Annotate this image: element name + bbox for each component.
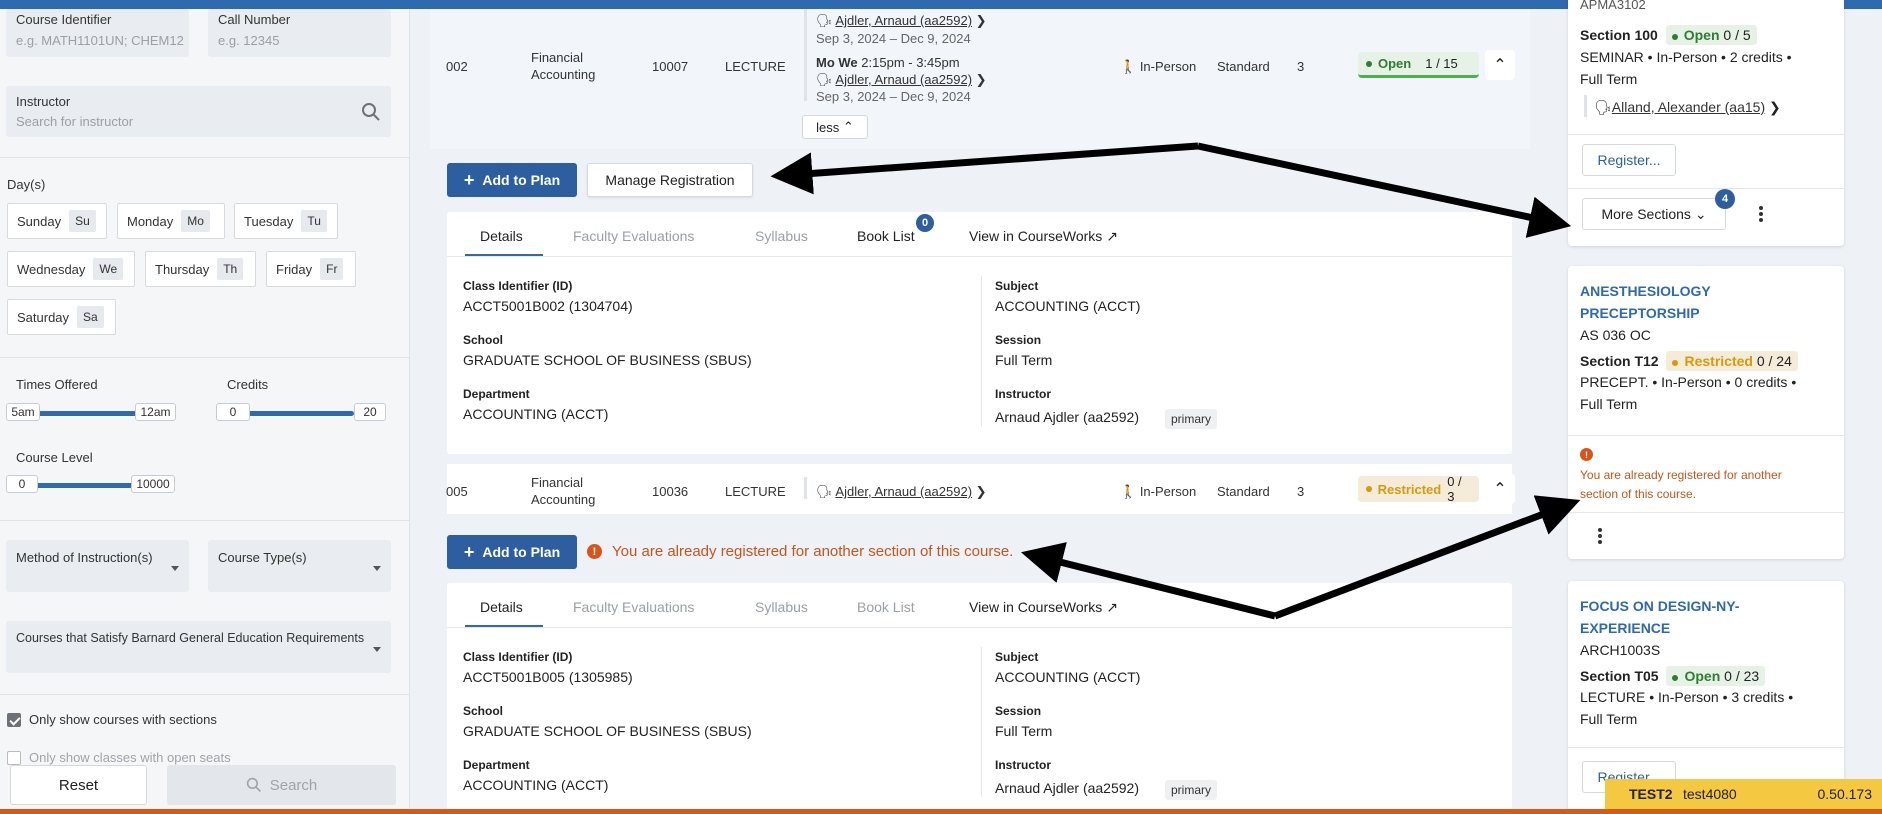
arrow-to-manage-registration [770,142,1199,195]
arrow-to-card-warning [1273,495,1581,620]
environment-name: TEST2 [1629,786,1673,802]
environment-badge: TEST2 test4080 0.50.173 [1605,779,1882,809]
bottom-accent-bar [0,809,1882,814]
arrow-to-more-sections [1197,142,1572,238]
arrow-to-inline-warning [1020,542,1276,620]
app-version: 0.50.173 [1817,786,1873,802]
environment-user: test4080 [1683,786,1737,802]
annotation-arrows [770,142,1581,620]
